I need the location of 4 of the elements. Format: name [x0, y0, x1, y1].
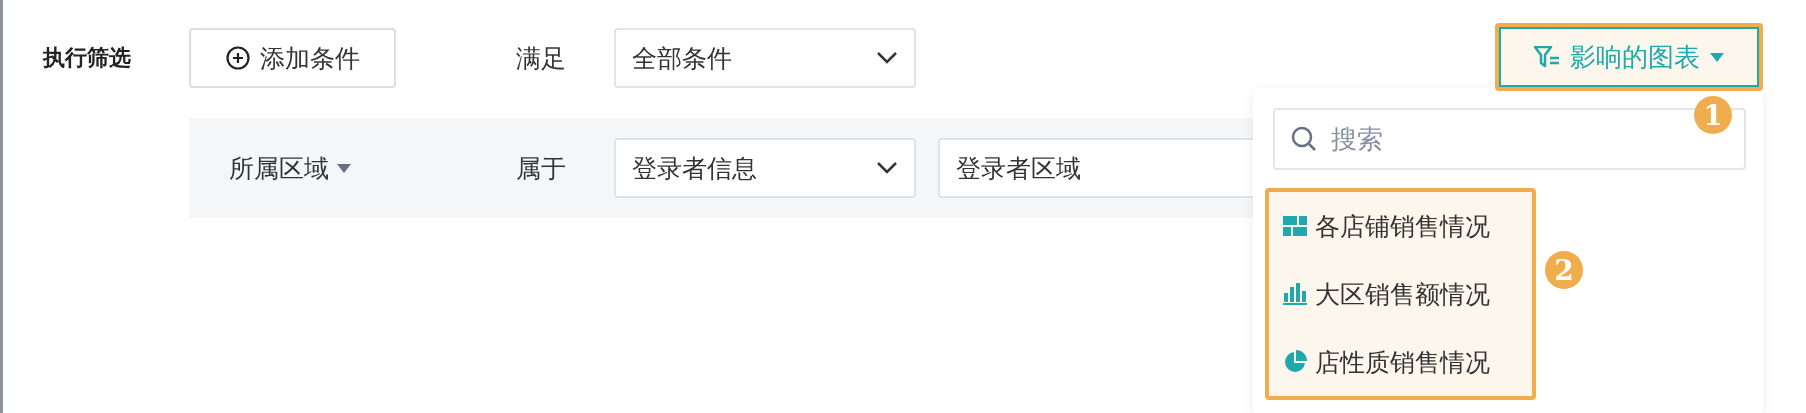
operator-label: 属于	[516, 152, 567, 185]
annotation-badge: 2	[1545, 251, 1583, 289]
match-label: 满足	[515, 42, 567, 75]
section-label: 执行筛选	[43, 44, 132, 72]
